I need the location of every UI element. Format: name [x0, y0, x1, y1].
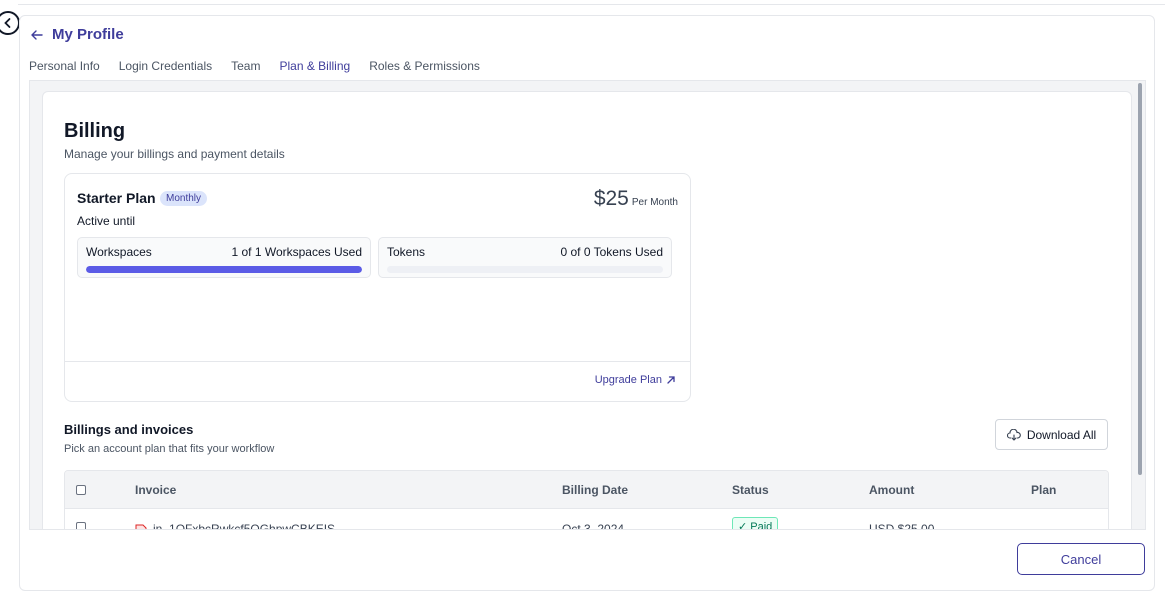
billing-date: Oct 3, 2024 — [562, 522, 625, 530]
arrow-up-right-icon — [667, 376, 675, 384]
tab-login-credentials[interactable]: Login Credentials — [119, 59, 212, 73]
table-row[interactable]: in_1QFxbcRwkcf5QGhpwCBKEIS Oct 3, 2024 ✓… — [65, 509, 1108, 530]
col-amount: Amount — [869, 483, 915, 497]
download-all-label: Download All — [1026, 427, 1097, 442]
invoices-heading: Billings and invoices — [64, 422, 194, 437]
workspaces-usage: Workspaces 1 of 1 Workspaces Used — [77, 237, 371, 278]
top-divider — [18, 4, 1165, 5]
profile-tabs: Personal Info Login Credentials Team Pla… — [29, 59, 480, 73]
tab-personal-info[interactable]: Personal Info — [29, 59, 100, 73]
collapse-sidebar-button[interactable] — [0, 11, 20, 35]
invoices-table: Invoice Billing Date Status Amount Plan … — [64, 470, 1109, 530]
col-invoice: Invoice — [135, 483, 177, 497]
billing-content-area: Billing Manage your billings and payment… — [29, 80, 1146, 530]
plan-price: $25 Per Month — [594, 187, 678, 211]
billing-cycle-badge: Monthly — [160, 191, 208, 206]
table-header: Invoice Billing Date Status Amount Plan — [65, 471, 1108, 509]
select-all-checkbox[interactable] — [76, 485, 86, 495]
tab-roles-permissions[interactable]: Roles & Permissions — [369, 59, 480, 73]
billing-heading: Billing — [64, 120, 126, 142]
chevron-left-icon — [4, 18, 11, 28]
status-badge: ✓ Paid — [732, 517, 779, 530]
back-arrow-icon[interactable] — [30, 28, 44, 42]
upgrade-plan-label: Upgrade Plan — [594, 374, 662, 386]
invoice-amount: USD $25.00 — [869, 522, 935, 530]
row-checkbox[interactable] — [76, 522, 86, 529]
pdf-file-icon — [135, 524, 147, 529]
status-label: Paid — [750, 521, 773, 530]
tokens-label: Tokens — [387, 245, 426, 259]
tokens-progress-bar — [387, 266, 663, 273]
tokens-usage: Tokens 0 of 0 Tokens Used — [378, 237, 672, 278]
workspaces-progress-bar — [86, 266, 362, 273]
page-header: My Profile — [30, 26, 124, 43]
invoice-id[interactable]: in_1QFxbcRwkcf5QGhpwCBKEIS — [153, 522, 335, 529]
col-billing-date: Billing Date — [562, 483, 629, 497]
page-title: My Profile — [52, 26, 124, 43]
plan-card-divider — [65, 361, 690, 362]
billing-card: Billing Manage your billings and payment… — [42, 91, 1132, 530]
tab-team[interactable]: Team — [231, 59, 260, 73]
col-plan: Plan — [1031, 483, 1057, 497]
download-all-button[interactable]: Download All — [995, 419, 1108, 450]
workspaces-count: 1 of 1 Workspaces Used — [231, 245, 362, 259]
tokens-count: 0 of 0 Tokens Used — [560, 245, 663, 259]
workspaces-label: Workspaces — [86, 245, 152, 259]
price-amount: $25 — [593, 187, 629, 210]
vertical-scrollbar[interactable] — [1138, 83, 1142, 475]
plan-name: Starter Plan — [77, 190, 156, 206]
plan-card: Starter Plan Monthly $25 Per Month Activ… — [64, 173, 691, 402]
billing-subtitle: Manage your billings and payment details — [64, 147, 285, 161]
tab-plan-billing[interactable]: Plan & Billing — [279, 59, 350, 73]
upgrade-plan-link[interactable]: Upgrade Plan — [595, 374, 676, 386]
cancel-button[interactable]: Cancel — [1017, 543, 1145, 575]
invoices-subtitle: Pick an account plan that fits your work… — [64, 443, 275, 455]
cloud-download-icon — [1006, 428, 1021, 441]
active-until-label: Active until — [77, 214, 136, 228]
workspaces-progress-fill — [86, 266, 362, 273]
col-status: Status — [732, 483, 769, 497]
price-unit: Per Month — [631, 197, 678, 208]
